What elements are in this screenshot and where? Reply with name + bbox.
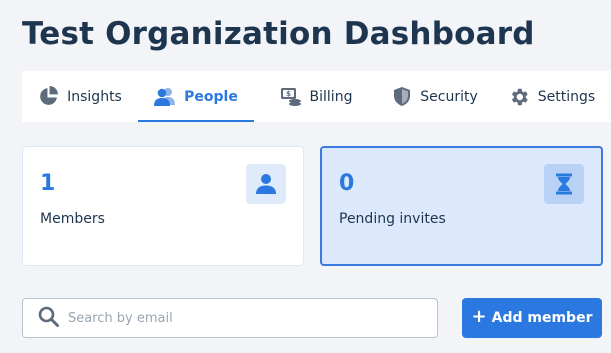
members-label: Members bbox=[40, 211, 105, 227]
tab-label: Billing bbox=[309, 88, 353, 105]
search-input[interactable] bbox=[68, 310, 418, 326]
add-member-label: Add member bbox=[491, 310, 593, 326]
tab-label: Security bbox=[420, 88, 478, 105]
members-count: 1 bbox=[40, 171, 56, 196]
tab-insights[interactable]: Insights bbox=[22, 71, 138, 122]
svg-text:$: $ bbox=[286, 90, 291, 98]
tab-label: Insights bbox=[67, 88, 122, 105]
tab-settings[interactable]: Settings bbox=[492, 71, 611, 122]
tab-label: Settings bbox=[537, 88, 596, 105]
plus-icon: + bbox=[471, 306, 487, 327]
shield-icon bbox=[392, 86, 412, 107]
members-card[interactable]: 1 Members bbox=[22, 146, 304, 266]
tab-label: People bbox=[184, 88, 238, 105]
add-member-button[interactable]: + Add member bbox=[462, 298, 602, 338]
gear-icon bbox=[508, 86, 530, 108]
tab-billing[interactable]: $ Billing bbox=[254, 71, 378, 122]
billing-icon: $ bbox=[280, 87, 302, 107]
hourglass-icon bbox=[544, 164, 584, 204]
tab-bar: Insights People $ Billing Security Setti… bbox=[22, 71, 611, 122]
pending-invites-count: 0 bbox=[339, 171, 355, 196]
pie-chart-icon bbox=[38, 86, 59, 107]
page-title: Test Organization Dashboard bbox=[22, 16, 535, 52]
tab-security[interactable]: Security bbox=[378, 71, 492, 122]
tab-people[interactable]: People bbox=[138, 71, 254, 122]
user-icon bbox=[246, 164, 286, 204]
search-icon bbox=[38, 306, 59, 331]
search-field[interactable] bbox=[22, 298, 438, 338]
people-icon bbox=[154, 87, 176, 107]
pending-invites-label: Pending invites bbox=[339, 211, 446, 227]
pending-invites-card[interactable]: 0 Pending invites bbox=[320, 146, 603, 266]
